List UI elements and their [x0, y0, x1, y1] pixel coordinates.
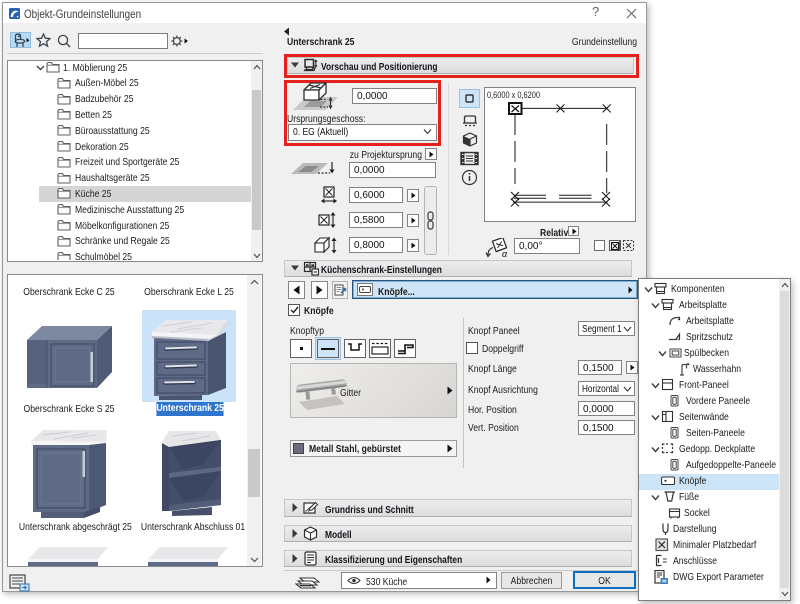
svg-text:α: α [502, 249, 508, 258]
